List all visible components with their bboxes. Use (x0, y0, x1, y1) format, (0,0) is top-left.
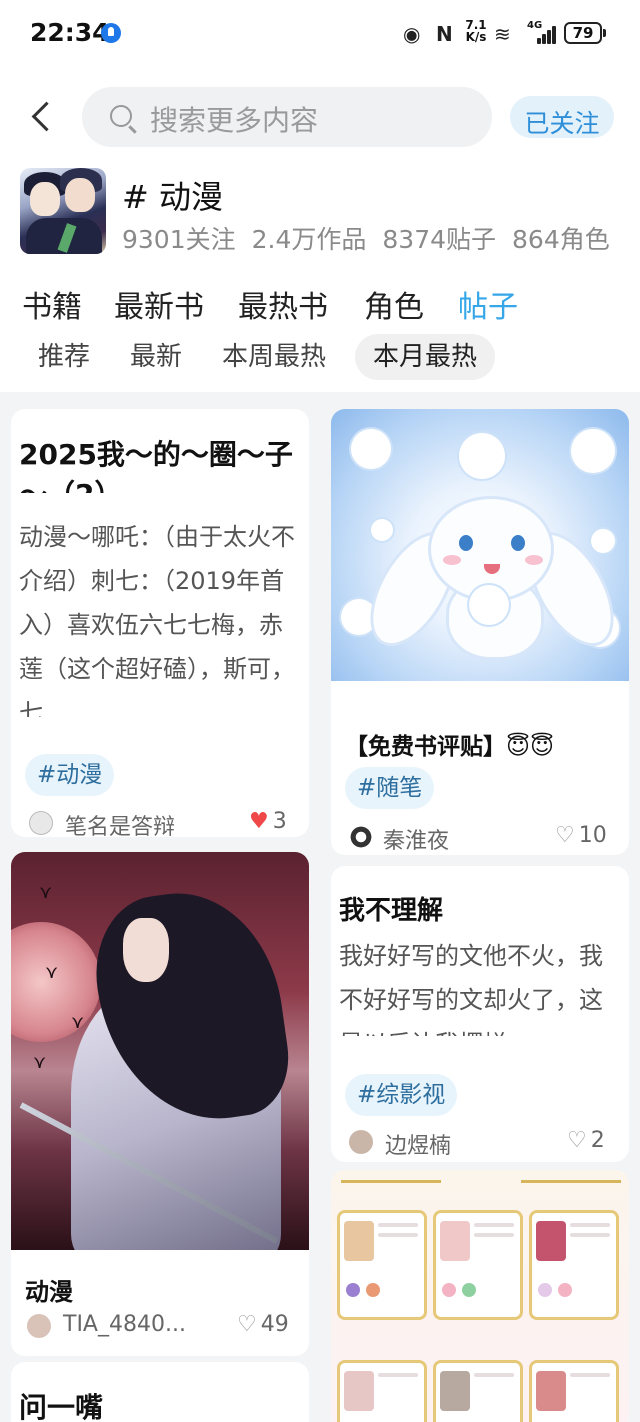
post-title: 2025我～的～圈～子～（2） (19, 438, 293, 493)
battery-level: 79 (564, 22, 606, 44)
subtab-month-hottest[interactable]: 本月最热 (355, 334, 496, 380)
post-cover-image: ⋎ ⋎ ⋎ ⋎ (11, 852, 309, 1250)
clock-time: 22:34 (30, 18, 110, 47)
stat-works: 2.4万作品 (251, 225, 367, 254)
tab-posts[interactable]: 帖子 (458, 282, 518, 326)
tab-newest-books[interactable]: 最新书 (114, 282, 204, 326)
stat-posts: 8374贴子 (382, 225, 497, 254)
post-card[interactable]: 问一嘴 (11, 1362, 309, 1422)
sort-tabs: 推荐 最新 本周最热 本月最热 (0, 334, 640, 380)
like-count: 2 (590, 1128, 605, 1153)
post-card[interactable]: 【免费书评贴】😇😇 #随笔 秦淮夜 ♡ 10 (331, 409, 629, 855)
lightbulb-icon (101, 23, 121, 43)
subtab-week-hottest[interactable]: 本周最热 (222, 334, 326, 380)
topic-title: # 动漫 (122, 178, 223, 216)
avatar[interactable] (27, 1314, 51, 1338)
post-cover-image (331, 409, 629, 681)
tab-hottest-books[interactable]: 最热书 (238, 282, 328, 326)
search-placeholder: 搜索更多内容 (150, 104, 319, 137)
search-icon (110, 105, 132, 127)
heart-icon: ♡ (237, 1312, 257, 1337)
post-card[interactable]: ⋎ ⋎ ⋎ ⋎ 动漫 TIA_4840... ♡ 49 (11, 852, 309, 1356)
like-count: 3 (272, 809, 287, 834)
like-count: 49 (260, 1312, 289, 1337)
post-card[interactable]: 2025我～的～圈～子～（2） 动漫～哪吒：（由于太火不介绍）刺七：（2019年… (11, 409, 309, 837)
subtab-latest[interactable]: 最新 (130, 334, 182, 380)
nfc-icon: N (436, 22, 453, 46)
like-button[interactable]: ♡ 49 (237, 1312, 289, 1337)
post-author[interactable]: 笔名是答辩 (65, 809, 175, 837)
post-title: 问一嘴 (19, 1391, 104, 1422)
stat-characters: 864角色 (512, 225, 610, 254)
post-excerpt: 动漫～哪吒：（由于太火不介绍）刺七：（2019年首入）喜欢伍六七七梅，赤莲（这个… (19, 523, 295, 717)
net-speed-unit: K/s (465, 30, 487, 44)
stat-followers: 9301关注 (122, 225, 236, 254)
avatar[interactable] (349, 1130, 373, 1154)
post-feed: 2025我～的～圈～子～（2） 动漫～哪吒：（由于太火不介绍）刺七：（2019年… (0, 392, 640, 1422)
post-card[interactable] (331, 1170, 629, 1422)
search-input[interactable]: 搜索更多内容 (82, 87, 492, 147)
like-button[interactable]: ♡ 10 (555, 823, 607, 848)
tab-characters[interactable]: 角色 (364, 282, 424, 326)
wifi-icon: ≋ (494, 22, 511, 46)
heart-icon: ♡ (567, 1128, 587, 1153)
status-bar: 22:34 ◉ N 7.1 K/s ≋ 4G 79 (0, 0, 640, 70)
like-button[interactable]: ♥ 3 (249, 809, 287, 834)
avatar[interactable] (349, 825, 373, 849)
post-title: 动漫 (25, 1278, 73, 1306)
eye-icon: ◉ (403, 22, 421, 46)
post-tag[interactable]: #随笔 (345, 767, 435, 809)
subtab-recommended[interactable]: 推荐 (38, 334, 90, 380)
post-cover-image (331, 1170, 629, 1422)
topic-stats: 9301关注 2.4万作品 8374贴子 864角色 (122, 220, 610, 256)
like-count: 10 (578, 823, 607, 848)
post-tag[interactable]: #动漫 (25, 754, 115, 796)
signal-icon (533, 24, 557, 44)
heart-icon: ♡ (555, 823, 575, 848)
post-author[interactable]: 边煜楠 (385, 1128, 451, 1160)
heart-icon: ♥ (249, 809, 269, 834)
net-speed: 7.1 K/s (463, 19, 489, 43)
post-excerpt: 我好好写的文他不火，我不好好写的文却火了，这是以后让我摆烂 (339, 942, 603, 1036)
topic-cover-image (20, 168, 106, 254)
post-author[interactable]: 秦淮夜 (383, 823, 449, 855)
back-icon[interactable] (30, 98, 54, 134)
like-button[interactable]: ♡ 2 (567, 1128, 605, 1153)
post-card[interactable]: 我不理解 我好好写的文他不火，我不好好写的文却火了，这是以后让我摆烂 #综影视 … (331, 866, 629, 1162)
tab-books[interactable]: 书籍 (22, 282, 82, 326)
post-author[interactable]: TIA_4840... (63, 1312, 186, 1337)
avatar[interactable] (29, 811, 53, 835)
post-tag[interactable]: #综影视 (345, 1074, 458, 1116)
post-title: 【免费书评贴】😇😇 (345, 734, 554, 760)
post-title: 我不理解 (339, 896, 444, 926)
follow-button[interactable]: 已关注 (510, 96, 614, 138)
